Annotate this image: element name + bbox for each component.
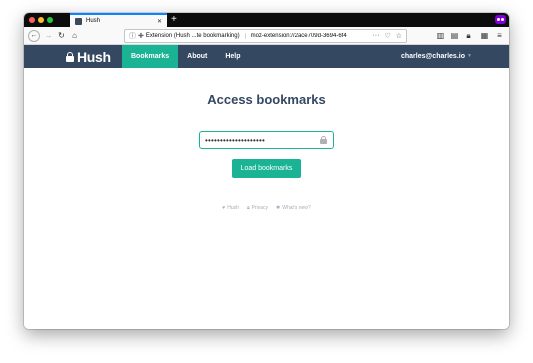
app-nav: Bookmarks About Help: [122, 45, 250, 68]
close-icon[interactable]: ✕: [157, 18, 162, 25]
reload-icon[interactable]: ↻: [57, 29, 66, 43]
home-icon[interactable]: ⌂: [70, 29, 79, 43]
bookmark-star-icon[interactable]: ☆: [396, 32, 402, 40]
navigation-toolbar: ← → ↻ ⌂ ⓘ ✚ Extension (Hush ...te bookma…: [24, 27, 509, 45]
browser-tab[interactable]: Hush ✕: [70, 13, 167, 27]
footer-link-hush[interactable]: ♥ Hush: [222, 205, 239, 211]
nav-bookmarks[interactable]: Bookmarks: [122, 45, 179, 68]
footer-links: ♥ Hush 🔒︎ Privacy ✱ What's new?: [24, 205, 509, 211]
new-tab-button[interactable]: +: [171, 13, 177, 27]
site-identity[interactable]: Extension (Hush ...te bookmarking): [146, 33, 246, 39]
puzzle-icon: ✚: [138, 33, 144, 40]
footer-link-label: Privacy: [251, 205, 269, 211]
page-actions-icon[interactable]: ···: [372, 32, 379, 40]
password-field[interactable]: ••••••••••••••••••••: [199, 131, 334, 149]
logo-text: Hush: [77, 48, 111, 65]
app-header: Hush Bookmarks About Help charles@charle…: [24, 45, 509, 68]
hush-favicon-icon: [75, 17, 82, 25]
back-arrow-icon[interactable]: ←: [28, 30, 40, 42]
user-menu[interactable]: charles@charles.io: [401, 45, 465, 68]
tab-title: Hush: [86, 18, 101, 24]
url-bar[interactable]: ⓘ ✚ Extension (Hush ...te bookmarking) m…: [124, 29, 407, 43]
nav-about[interactable]: About: [178, 45, 216, 68]
footer-link-whats-new[interactable]: ✱ What's new?: [276, 205, 311, 211]
footer-link-privacy[interactable]: 🔒︎ Privacy: [247, 205, 268, 211]
private-browsing-icon: [495, 15, 506, 24]
lock-icon: [320, 136, 327, 144]
lock-icon: 🔒︎: [246, 205, 250, 211]
browser-window: Hush ✕ + ← → ↻ ⌂ ⓘ ✚ Extension (Hush ...…: [24, 13, 509, 329]
load-bookmarks-button[interactable]: Load bookmarks: [232, 159, 301, 178]
password-value[interactable]: ••••••••••••••••••••: [205, 136, 320, 145]
tab-strip: Hush ✕ +: [24, 13, 509, 27]
lock-icon: [66, 51, 74, 62]
forward-arrow-icon[interactable]: →: [44, 29, 53, 43]
zoom-window-button[interactable]: [47, 17, 53, 23]
sidebar-icon[interactable]: ▤: [450, 29, 459, 43]
library-icon[interactable]: ▥: [436, 29, 445, 43]
star-icon: ✱: [276, 205, 281, 211]
close-window-button[interactable]: [29, 17, 35, 23]
pocket-icon[interactable]: ♡: [384, 32, 390, 40]
extension-lock-icon[interactable]: 🔒︎: [464, 29, 473, 43]
extension-icon[interactable]: ▦: [480, 29, 489, 43]
main-content: Access bookmarks •••••••••••••••••••• Lo…: [24, 68, 509, 329]
minimize-window-button[interactable]: [38, 17, 44, 23]
hush-logo[interactable]: Hush: [66, 45, 111, 68]
menu-icon[interactable]: ≡: [495, 29, 504, 43]
page-title: Access bookmarks: [207, 92, 326, 107]
heart-icon: ♥: [222, 205, 226, 211]
footer-link-label: Hush: [227, 205, 239, 211]
footer-link-label: What's new?: [282, 205, 311, 211]
info-icon[interactable]: ⓘ: [129, 31, 136, 41]
url-text[interactable]: moz-extension://2ace709d-3694-6f4: [251, 33, 373, 39]
nav-help[interactable]: Help: [216, 45, 249, 68]
chevron-down-icon[interactable]: ▼: [467, 53, 472, 59]
